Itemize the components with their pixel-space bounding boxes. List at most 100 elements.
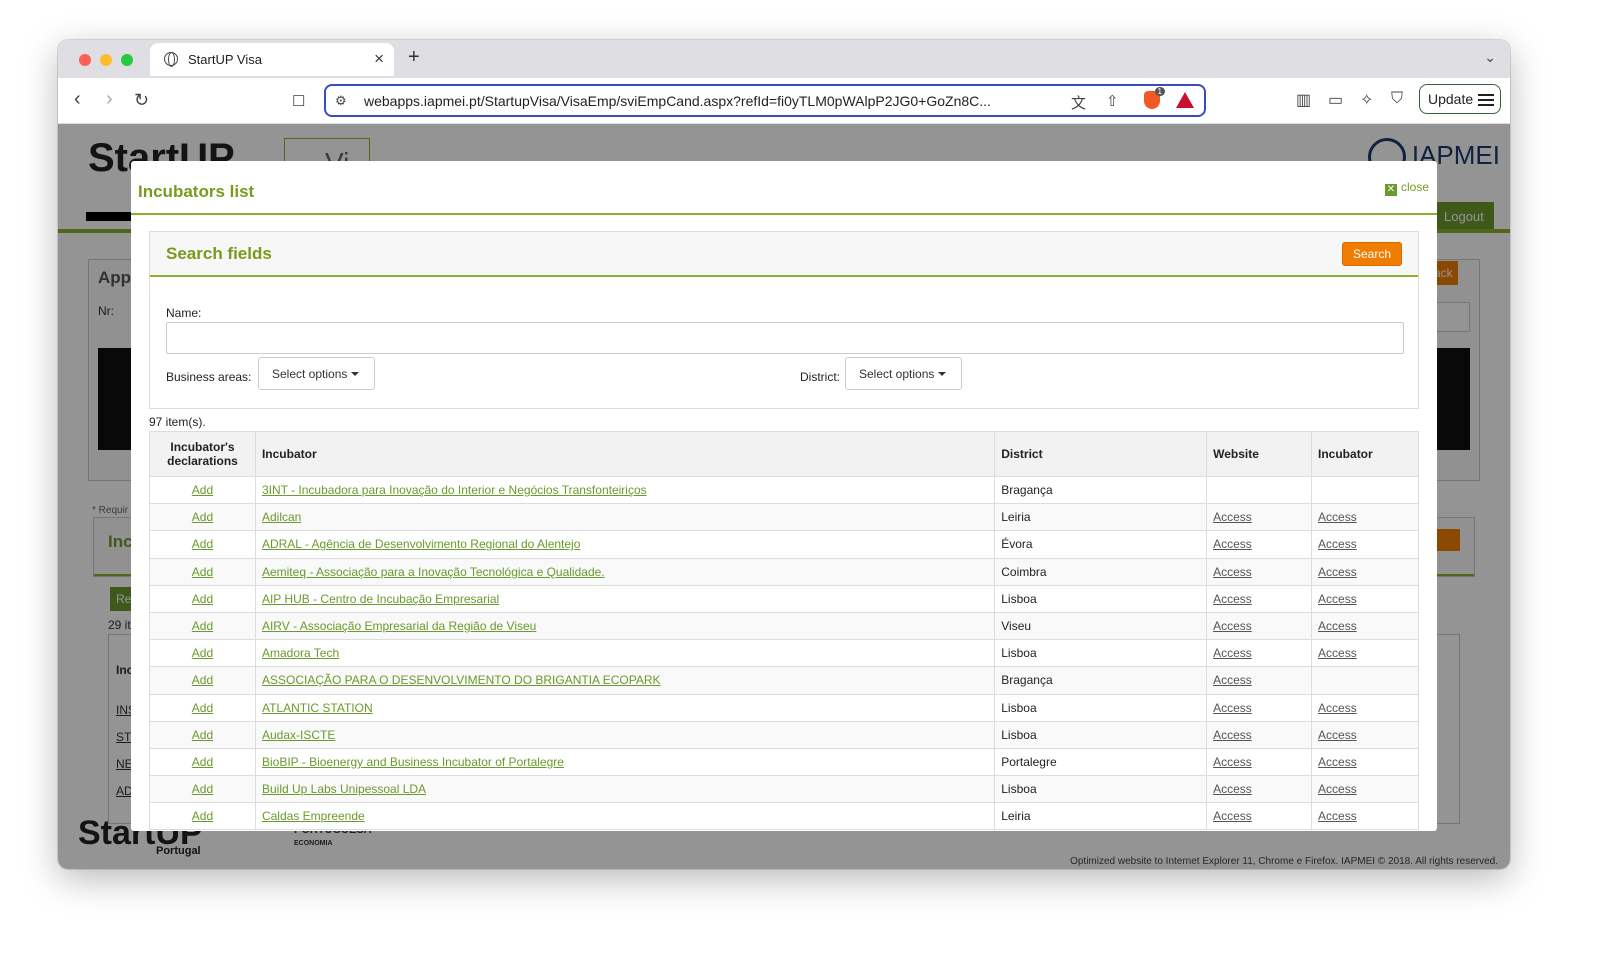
update-button[interactable]: Update — [1419, 84, 1501, 114]
business-areas-label: Business areas: — [166, 370, 252, 384]
share-icon[interactable]: ⇧ — [1106, 92, 1119, 110]
incubator-page-link[interactable]: Access — [1318, 782, 1357, 796]
brave-shield-icon[interactable]: 1 — [1144, 87, 1165, 109]
incubator-link[interactable]: AIP HUB - Centro de Incubação Empresaria… — [262, 592, 499, 606]
incubator-link[interactable]: Build Up Labs Unipessoal LDA — [262, 782, 426, 796]
brave-badge: 1 — [1154, 87, 1165, 96]
incubator-link[interactable]: Aemiteq - Associação para a Inovação Tec… — [262, 565, 605, 579]
back-arrow-icon[interactable]: ‹ — [74, 88, 81, 111]
incubator-link[interactable]: ASSOCIAÇÃO PARA O DESENVOLVIMENTO DO BRI… — [262, 673, 661, 687]
add-link[interactable]: Add — [192, 510, 213, 524]
incubator-page-link[interactable]: Access — [1318, 646, 1357, 660]
new-tab-button[interactable]: + — [408, 46, 420, 69]
site-settings-icon[interactable]: ⚙ — [335, 93, 347, 109]
sidebar-icon[interactable]: ▥ — [1296, 90, 1311, 110]
website-link[interactable]: Access — [1213, 809, 1252, 823]
incubator-page-link[interactable]: Access — [1318, 728, 1357, 742]
district-text-cell: Leiria — [994, 802, 1208, 831]
tab-bar: StartUP Visa × + ⌄ — [58, 40, 1510, 78]
add-link[interactable]: Add — [192, 565, 213, 579]
incubator-page-link[interactable]: Access — [1318, 537, 1357, 551]
close-button[interactable]: ✕ close — [1384, 180, 1429, 196]
search-button[interactable]: Search — [1342, 242, 1402, 266]
website-link[interactable]: Access — [1213, 565, 1252, 579]
district-text-cell: Viseu — [994, 611, 1208, 641]
district-text-cell: Lisboa — [994, 639, 1208, 668]
website-link[interactable]: Access — [1213, 537, 1252, 551]
website-link[interactable]: Access — [1213, 782, 1252, 796]
translate-icon[interactable]: 文 — [1071, 92, 1086, 113]
website-link-cell: Access — [1206, 802, 1313, 831]
incubator-page-link[interactable]: Access — [1318, 701, 1357, 715]
incubator-page-link[interactable]: Access — [1318, 755, 1357, 769]
items-count: 97 item(s). — [149, 415, 206, 429]
minimize-window-button[interactable] — [100, 54, 112, 66]
add-link[interactable]: Add — [192, 673, 213, 687]
incubator-page-link[interactable]: Access — [1318, 619, 1357, 633]
website-link[interactable]: Access — [1213, 755, 1252, 769]
page-content: StartUP Vi IAPMEI Logout App Nr: Back * … — [58, 124, 1510, 869]
incubator-link[interactable]: AIRV - Associação Empresarial da Região … — [262, 619, 536, 633]
close-window-button[interactable] — [79, 54, 91, 66]
name-label: Name: — [166, 306, 202, 320]
add-link-cell: Add — [149, 503, 256, 532]
name-input[interactable] — [166, 322, 1404, 354]
website-link[interactable]: Access — [1213, 619, 1252, 633]
add-link[interactable]: Add — [192, 809, 213, 823]
website-link[interactable]: Access — [1213, 728, 1252, 742]
close-tab-icon[interactable]: × — [374, 49, 384, 69]
address-bar[interactable]: ⚙ webapps.iapmei.pt/StartupVisa/VisaEmp/… — [324, 84, 1206, 117]
district-text-cell: Lisboa — [994, 775, 1208, 804]
incubator-link[interactable]: ADRAL - Agência de Desenvolvimento Regio… — [262, 537, 580, 551]
business-areas-select[interactable]: Select options — [258, 357, 375, 390]
website-link-cell: Access — [1206, 747, 1313, 777]
website-link[interactable]: Access — [1213, 701, 1252, 715]
incubator-page-link-cell: Access — [1311, 639, 1419, 668]
forward-arrow-icon[interactable]: › — [106, 88, 113, 111]
browser-toolbar: ‹ › ↻ ☐ ⚙ webapps.iapmei.pt/StartupVisa/… — [58, 78, 1510, 124]
incubator-link[interactable]: 3INT - Incubadora para Inovação do Inter… — [262, 483, 647, 497]
add-link[interactable]: Add — [192, 483, 213, 497]
add-link[interactable]: Add — [192, 592, 213, 606]
browser-tab[interactable]: StartUP Visa × — [150, 43, 394, 76]
incubator-page-link[interactable]: Access — [1318, 809, 1357, 823]
add-link[interactable]: Add — [192, 619, 213, 633]
district-text: Évora — [1001, 537, 1033, 552]
add-link[interactable]: Add — [192, 782, 213, 796]
website-link[interactable]: Access — [1213, 592, 1252, 606]
wallet-icon[interactable]: ▭ — [1328, 90, 1343, 110]
ai-star-icon[interactable]: ✧ — [1360, 90, 1373, 110]
incubator-page-link[interactable]: Access — [1318, 510, 1357, 524]
menu-icon[interactable] — [1478, 94, 1494, 96]
add-link[interactable]: Add — [192, 701, 213, 715]
zoom-window-button[interactable] — [121, 54, 133, 66]
incubator-page-link-cell: Access — [1311, 557, 1419, 586]
incubator-link[interactable]: Amadora Tech — [262, 646, 339, 660]
add-link[interactable]: Add — [192, 537, 213, 551]
add-link[interactable]: Add — [192, 755, 213, 769]
table-row: Add AIRV - Associação Empresarial da Regi… — [149, 611, 1419, 641]
incubator-link[interactable]: BioBIP - Bioenergy and Business Incubato… — [262, 755, 564, 769]
district-select[interactable]: Select options — [845, 357, 962, 390]
add-link-cell: Add — [149, 530, 256, 559]
tab-list-chevron-icon[interactable]: ⌄ — [1484, 49, 1496, 66]
vpn-shield-icon[interactable]: ⛉ — [1391, 90, 1403, 108]
incubator-page-link[interactable]: Access — [1318, 565, 1357, 579]
incubator-link-cell: Aemiteq - Associação para a Inovação Tec… — [254, 557, 996, 586]
incubator-page-link-cell: Access — [1311, 693, 1419, 722]
website-link[interactable]: Access — [1213, 510, 1252, 524]
reload-icon[interactable]: ↻ — [134, 90, 149, 111]
district-text: Leiria — [1001, 809, 1031, 824]
website-link[interactable]: Access — [1213, 646, 1252, 660]
incubator-link[interactable]: Audax-ISCTE — [262, 728, 335, 742]
add-link[interactable]: Add — [192, 646, 213, 660]
incubator-page-link[interactable]: Access — [1318, 592, 1357, 606]
incubator-link[interactable]: ATLANTIC STATION — [262, 701, 373, 715]
district-text: Bragança — [1001, 673, 1053, 688]
incubator-link[interactable]: Adilcan — [262, 510, 301, 524]
add-link[interactable]: Add — [192, 728, 213, 742]
bookmark-icon[interactable]: ☐ — [292, 92, 305, 110]
brave-rewards-icon[interactable] — [1176, 92, 1194, 108]
website-link[interactable]: Access — [1213, 673, 1252, 687]
incubator-link[interactable]: Caldas Empreende — [262, 809, 365, 823]
